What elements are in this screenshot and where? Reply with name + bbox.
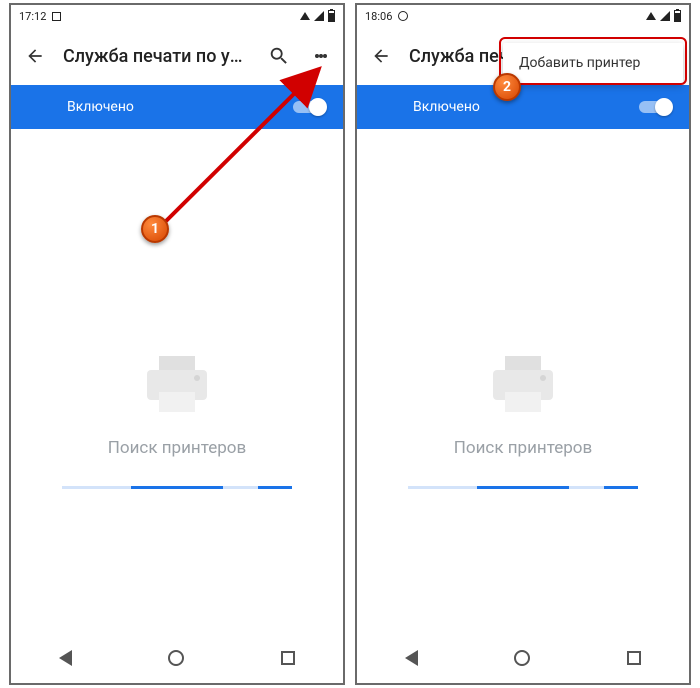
status-right-icons <box>646 10 681 22</box>
cellular-icon <box>314 11 324 21</box>
toggle-label: Включено <box>67 99 134 115</box>
status-bar: 18:06 <box>357 5 689 27</box>
nav-recent-icon[interactable] <box>627 651 641 665</box>
signal-strength-icon <box>646 12 656 20</box>
app-bar: Служба печати по умо... <box>11 27 343 85</box>
battery-icon <box>328 10 335 22</box>
status-bar: 17:12 <box>11 5 343 27</box>
toggle-label: Включено <box>413 99 480 115</box>
toggle-switch[interactable] <box>639 98 673 116</box>
phone-screenshot-right: 18:06 Служба печа Включено Поиск принтер… <box>355 3 691 685</box>
callout-badge-1: 1 <box>141 215 169 243</box>
status-time: 18:06 <box>365 10 392 23</box>
navigation-bar <box>357 633 689 683</box>
cellular-icon <box>660 11 670 21</box>
toggle-bar: Включено <box>357 85 689 129</box>
search-icon <box>268 45 290 67</box>
searching-printers-label: Поиск принтеров <box>108 438 246 458</box>
phone-screenshot-left: 17:12 Служба печати по умо... Включено <box>9 3 345 685</box>
callout-badge-2: 2 <box>493 73 521 101</box>
arrow-left-icon <box>25 46 45 66</box>
overflow-menu: Добавить принтер <box>503 43 683 83</box>
nav-back-icon[interactable] <box>59 650 72 666</box>
menu-item-add-printer[interactable]: Добавить принтер <box>519 55 667 71</box>
printer-icon <box>487 356 559 418</box>
status-right-icons <box>300 10 335 22</box>
nav-back-icon[interactable] <box>405 650 418 666</box>
progress-bar <box>408 486 638 489</box>
searching-printers-label: Поиск принтеров <box>454 438 592 458</box>
back-button[interactable] <box>25 46 45 66</box>
more-options-button[interactable] <box>309 44 333 68</box>
search-button[interactable] <box>267 44 291 68</box>
signal-strength-icon <box>300 12 310 20</box>
printer-icon <box>141 356 213 418</box>
back-button[interactable] <box>371 46 391 66</box>
toggle-switch[interactable] <box>293 98 327 116</box>
progress-bar <box>62 486 292 489</box>
nav-home-icon[interactable] <box>514 650 530 666</box>
page-title: Служба печати по умо... <box>63 46 249 67</box>
status-indicator-icon <box>52 12 61 21</box>
navigation-bar <box>11 633 343 683</box>
nav-home-icon[interactable] <box>168 650 184 666</box>
status-indicator-icon <box>398 11 408 21</box>
nav-recent-icon[interactable] <box>281 651 295 665</box>
toggle-bar: Включено <box>11 85 343 129</box>
arrow-left-icon <box>371 46 391 66</box>
content-area: Поиск принтеров <box>11 129 343 629</box>
status-time: 17:12 <box>19 10 46 23</box>
battery-icon <box>674 10 681 22</box>
content-area: Поиск принтеров <box>357 129 689 629</box>
